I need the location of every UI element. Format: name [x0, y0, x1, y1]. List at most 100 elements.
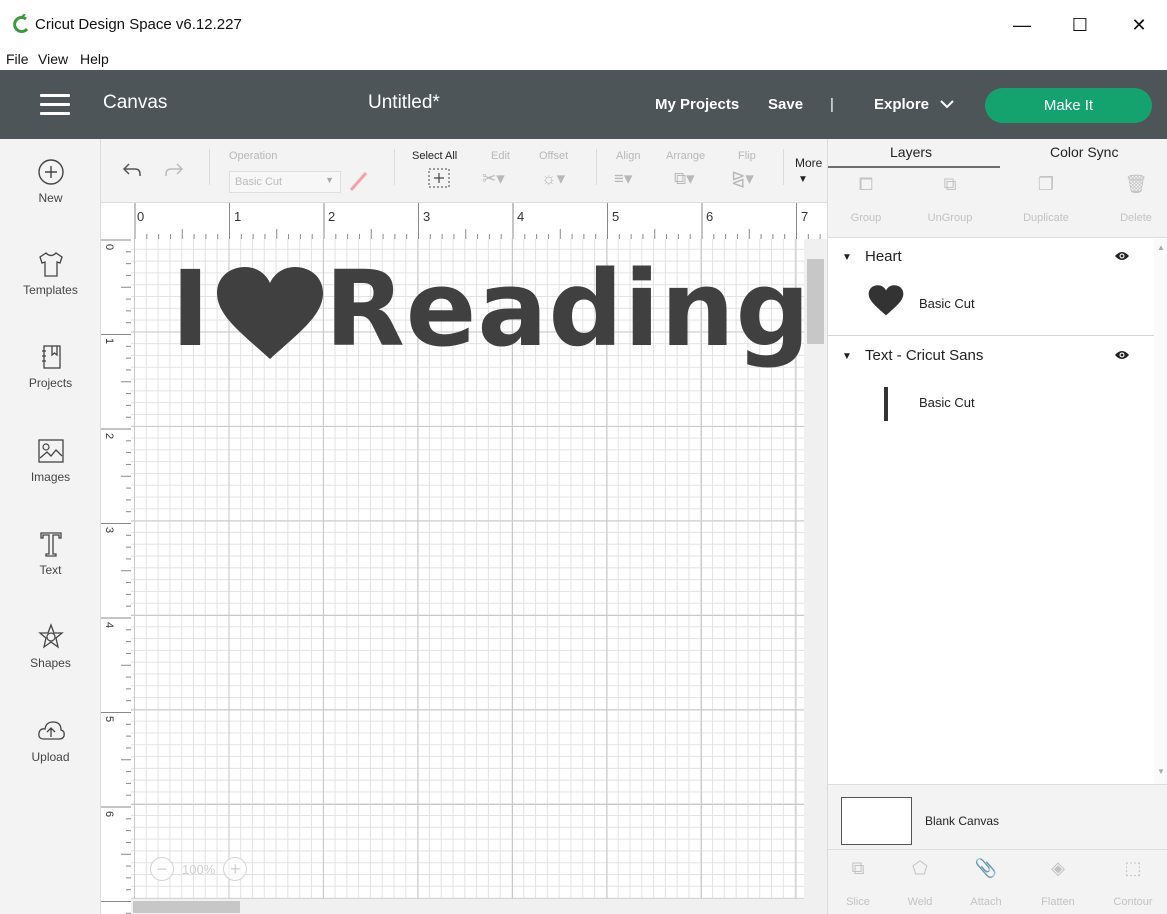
align-icon[interactable]: ≡▾ [614, 169, 632, 189]
sidebar-item-text[interactable]: Text [0, 529, 101, 577]
menu-help[interactable]: Help [80, 51, 109, 67]
design-canvas[interactable]: I Reading [131, 239, 804, 899]
select-all-label[interactable]: Select All [412, 150, 457, 162]
canvas-swatch[interactable] [841, 797, 912, 845]
layers-list: ▼ Heart Basic Cut ▼ Text - Cricut Sans B… [828, 239, 1154, 784]
pen-color-icon[interactable] [348, 169, 370, 193]
canvas-vertical-scrollbar[interactable] [804, 239, 827, 914]
ruler-v-label: 3 [103, 526, 116, 534]
save-button[interactable]: Save [768, 96, 803, 113]
design-text-reading[interactable]: Reading [325, 257, 804, 361]
sidebar-item-projects[interactable]: Projects [0, 342, 101, 390]
blank-canvas-layer[interactable]: Blank Canvas [828, 784, 1167, 849]
more-caret-icon[interactable]: ▼ [798, 174, 808, 185]
eye-icon[interactable] [1114, 349, 1130, 361]
layer-group-text[interactable]: ▼ Text - Cricut Sans Basic Cut [828, 347, 1154, 437]
sidebar-label-images: Images [30, 470, 71, 484]
menu-bar: File View Help [0, 48, 1167, 70]
sidebar-item-upload[interactable]: Upload [0, 716, 101, 764]
hamburger-menu-icon[interactable] [40, 94, 70, 116]
eye-icon[interactable] [1114, 250, 1130, 262]
flip-label: Flip [738, 150, 756, 162]
scissors-icon[interactable]: ✂▾ [482, 169, 505, 189]
ruler-v-label: 0 [103, 243, 116, 251]
sidebar-item-shapes[interactable]: Shapes [0, 622, 101, 670]
operation-value: Basic Cut [235, 176, 283, 188]
ruler-h-label: 5 [612, 209, 620, 224]
image-icon [37, 439, 64, 463]
arrange-icon[interactable]: ⧉▾ [674, 169, 695, 189]
dropdown-arrow-icon: ▼ [325, 175, 334, 185]
zoom-in-button[interactable]: + [223, 857, 248, 881]
minimize-button[interactable]: — [1007, 10, 1037, 40]
collapse-caret-icon[interactable]: ▼ [842, 351, 852, 362]
paperclip-icon: 📎 [974, 858, 998, 878]
delete-button[interactable]: 🗑 Delete [1096, 174, 1167, 224]
chevron-down-icon[interactable] [937, 96, 957, 112]
scroll-up-icon[interactable]: ▲ [1157, 243, 1165, 252]
heart-shape[interactable] [215, 267, 325, 363]
sidebar-label-shapes: Shapes [30, 656, 71, 670]
group-button[interactable]: ⧠ Group [826, 174, 906, 224]
sidebar-item-images[interactable]: Images [0, 436, 101, 484]
flatten-button[interactable]: ◈ Flatten [1028, 858, 1088, 908]
undo-icon[interactable] [121, 161, 143, 179]
offset-label: Offset [539, 150, 569, 162]
offset-icon[interactable]: ☼▾ [541, 169, 565, 189]
duplicate-label: Duplicate [1023, 212, 1069, 224]
scrollbar-thumb[interactable] [807, 259, 824, 344]
ruler-v-label: 4 [103, 621, 116, 629]
flip-icon[interactable]: ⧎▾ [731, 169, 754, 189]
slice-icon: ⧉ [851, 858, 865, 878]
ruler-h-label: 3 [423, 209, 431, 224]
duplicate-button[interactable]: ❐ Duplicate [1006, 174, 1086, 224]
scrollbar-thumb[interactable] [133, 901, 240, 913]
sidebar-item-templates[interactable]: Templates [0, 249, 101, 297]
redo-icon[interactable] [163, 161, 185, 179]
make-it-button[interactable]: Make It [985, 88, 1152, 123]
my-projects-link[interactable]: My Projects [655, 96, 739, 113]
operation-select[interactable]: Basic Cut ▼ [229, 171, 341, 193]
title-bar: Cricut Design Space v6.12.227 — ☐ ✕ [0, 0, 1167, 48]
sidebar-item-new[interactable]: New [0, 157, 101, 205]
menu-file[interactable]: File [6, 51, 29, 67]
group-icon: ⧠ [858, 174, 874, 194]
ungroup-label: UnGroup [927, 212, 973, 224]
layer-group-heart[interactable]: ▼ Heart Basic Cut [828, 248, 1154, 336]
design-group[interactable]: I Reading [171, 257, 804, 397]
layer-operation[interactable]: Basic Cut [919, 296, 975, 311]
slice-button[interactable]: ⧉ Slice [828, 858, 888, 908]
maximize-button[interactable]: ☐ [1065, 10, 1095, 40]
project-title[interactable]: Untitled* [368, 92, 440, 114]
group-label: Group [850, 212, 882, 224]
layers-scrollbar[interactable]: ▲ ▼ [1154, 239, 1167, 784]
duplicate-icon: ❐ [1037, 174, 1055, 194]
sidebar-label-text: Text [39, 563, 62, 577]
attach-button[interactable]: 📎 Attach [956, 858, 1016, 908]
layer-name[interactable]: Heart [865, 248, 902, 265]
sidebar-label-new: New [38, 191, 63, 205]
close-button[interactable]: ✕ [1124, 10, 1154, 40]
layer-operation[interactable]: Basic Cut [919, 395, 975, 410]
contour-button[interactable]: ⬚ Contour [1103, 858, 1163, 908]
app-header: Canvas Untitled* My Projects Save | Expl… [0, 70, 1167, 139]
scroll-down-icon[interactable]: ▼ [1157, 767, 1165, 776]
weld-button[interactable]: ⬠ Weld [890, 858, 950, 908]
ungroup-button[interactable]: ⧉ UnGroup [910, 174, 990, 224]
explore-menu[interactable]: Explore [874, 96, 929, 113]
more-label[interactable]: More [795, 156, 822, 170]
menu-view[interactable]: View [38, 51, 68, 67]
ruler-h-label: 7 [801, 209, 809, 224]
collapse-caret-icon[interactable]: ▼ [842, 252, 852, 263]
layer-name[interactable]: Text - Cricut Sans [865, 347, 983, 364]
design-text-i[interactable]: I [171, 257, 211, 361]
sidebar-label-upload: Upload [31, 750, 70, 764]
select-all-icon[interactable] [427, 167, 451, 189]
tshirt-icon [38, 252, 63, 277]
tab-color-sync[interactable]: Color Sync [1050, 144, 1118, 160]
zoom-out-button[interactable]: − [150, 857, 174, 881]
tab-layers[interactable]: Layers [890, 144, 932, 160]
edit-toolbar: Operation Basic Cut ▼ Select All Edit ✂▾… [101, 139, 827, 203]
canvas-horizontal-scrollbar[interactable] [131, 899, 804, 914]
zoom-control: − 100% + [150, 853, 275, 885]
